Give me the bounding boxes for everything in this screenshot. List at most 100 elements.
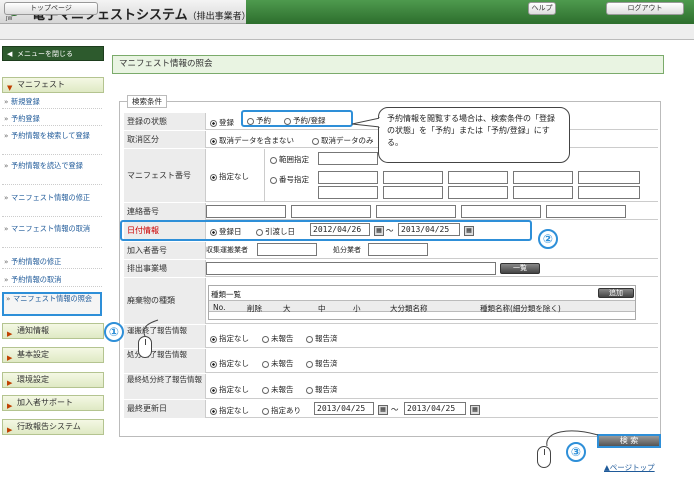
calendar-icon[interactable]: ▦ (464, 226, 474, 236)
sidebar-cat-admin[interactable]: ▶ 行政報告システム (2, 419, 104, 435)
status-reserve-register-radio[interactable]: 予約/登録 (284, 115, 326, 126)
site-list-button[interactable]: 一覧 (500, 263, 540, 274)
disposal-unreported-radio[interactable]: 未報告 (262, 358, 294, 369)
status-registered-radio[interactable]: 登録 (210, 117, 234, 128)
sidebar-item-reserve-edit[interactable]: » 予約情報の修正 (2, 257, 102, 269)
svg-text:JW: JW (5, 16, 12, 22)
label-site: 排出事業場 (124, 260, 206, 277)
top-page-button[interactable]: トップページ (4, 2, 98, 15)
waste-col-small: 小 (353, 304, 361, 313)
sidebar-cat-manifest[interactable]: ▼ マニフェスト (2, 77, 104, 93)
calendar-icon[interactable]: ▦ (374, 226, 384, 236)
cancel-exclude-radio[interactable]: 取消データを含まない (210, 135, 294, 146)
manifest-no-2[interactable] (383, 171, 443, 184)
close-menu-button[interactable]: ◀ メニューを閉じる (2, 46, 104, 61)
manifest-no-9[interactable] (513, 186, 573, 199)
sidebar-item-search-register[interactable]: » 予約情報を検索して登録 (2, 131, 102, 155)
manifest-no-3[interactable] (448, 171, 508, 184)
update-tilde: ～ (391, 405, 399, 414)
callout-2: ② (538, 229, 558, 249)
help-button[interactable]: ヘルプ (528, 2, 556, 15)
waste-col-large: 大 (283, 304, 291, 313)
sidebar-cat-basic[interactable]: ▶ 基本設定 (2, 347, 104, 363)
status-reserve-radio[interactable]: 予約 (247, 115, 271, 126)
label-manifest-no: マニフェスト番号 (124, 149, 206, 202)
label-date-info: 日付情報 (124, 222, 206, 239)
transport-unreported-radio[interactable]: 未報告 (262, 333, 294, 344)
mouse-icon (138, 336, 152, 358)
member-disposal-label: 処分業者 (333, 246, 361, 254)
member-transport-input[interactable] (257, 243, 317, 256)
sidebar-cat-support[interactable]: ▶ 加入者サポート (2, 395, 104, 411)
final-unreported-radio[interactable]: 未報告 (262, 384, 294, 395)
mouse-cord (143, 319, 159, 337)
contact-no-2[interactable] (291, 205, 371, 218)
sidebar-item-load-register[interactable]: » 予約情報を読込で登録 (2, 161, 102, 185)
date-tilde: ～ (386, 226, 394, 235)
cancel-only-radio[interactable]: 取消データのみ (312, 135, 374, 146)
mouse-cord (546, 430, 599, 447)
mouse-icon (537, 446, 551, 468)
contact-no-5[interactable] (546, 205, 626, 218)
label-final-report: 最終処分終了報告情報 (124, 374, 206, 399)
manifest-no-1[interactable] (318, 171, 378, 184)
update-specify-radio[interactable]: 指定あり (262, 405, 301, 416)
label-disposal-report: 処分終了報告情報 (124, 349, 206, 373)
logout-button[interactable]: ログアウト (606, 2, 684, 15)
contact-no-4[interactable] (461, 205, 541, 218)
waste-col-delete: 削除 (247, 304, 262, 313)
manifest-no-10[interactable] (578, 186, 640, 199)
contact-no-3[interactable] (376, 205, 456, 218)
transport-reported-radio[interactable]: 報告済 (306, 333, 338, 344)
manifest-range-radio[interactable]: 範囲指定 (270, 154, 309, 165)
member-transport-label: 収集運搬業者 (206, 246, 248, 254)
waste-col-type-name: 種類名称(細分類を除く) (480, 304, 561, 313)
sidebar-item-manifest-edit[interactable]: » マニフェスト情報の修正 (2, 193, 102, 217)
contact-no-1[interactable] (206, 205, 286, 218)
update-none-radio[interactable]: 指定なし (210, 405, 249, 416)
sidebar-item-reserve[interactable]: » 予約登録 (2, 114, 102, 126)
sidebar-item-new[interactable]: » 新規登録 (2, 97, 102, 109)
page-title: マニフェスト情報の照会 (112, 55, 664, 74)
update-to-input[interactable]: 2013/04/25 (404, 402, 466, 415)
callout-1: ① (104, 322, 124, 342)
date-register-radio[interactable]: 登録日 (210, 226, 242, 237)
manifest-no-7[interactable] (383, 186, 443, 199)
manifest-no-5[interactable] (578, 171, 640, 184)
date-to-input[interactable]: 2013/04/25 (398, 223, 460, 236)
waste-add-button[interactable]: 追加 (598, 288, 634, 298)
manifest-number-radio[interactable]: 番号指定 (270, 174, 309, 185)
manifest-no-8[interactable] (448, 186, 508, 199)
top-nav (0, 24, 694, 40)
date-from-input[interactable]: 2012/04/26 (310, 223, 370, 236)
search-button[interactable]: 検 索 (597, 434, 661, 448)
date-delivery-radio[interactable]: 引渡し日 (256, 226, 295, 237)
disposal-reported-radio[interactable]: 報告済 (306, 358, 338, 369)
manifest-no-6[interactable] (318, 186, 378, 199)
sidebar-cat-notify[interactable]: ▶ 通知情報 (2, 323, 104, 339)
sidebar: ◀ メニューを閉じる ▼ マニフェスト » 新規登録 » 予約登録 » 予約情報を検索して… (2, 46, 104, 436)
sidebar-item-reserve-cancel[interactable]: » 予約情報の取消 (2, 275, 102, 287)
manifest-range-from[interactable] (318, 152, 378, 165)
manifest-none-radio[interactable]: 指定なし (210, 171, 249, 182)
sidebar-item-manifest-inquiry[interactable]: » マニフェスト情報の照会 (2, 292, 102, 316)
search-conditions-legend: 検索条件 (127, 95, 167, 108)
site-input[interactable] (206, 262, 496, 275)
calendar-icon[interactable]: ▦ (470, 405, 480, 415)
final-none-radio[interactable]: 指定なし (210, 384, 249, 395)
member-disposal-input[interactable] (368, 243, 428, 256)
manifest-no-4[interactable] (513, 171, 573, 184)
app-subtitle: （排出事業者） (187, 12, 251, 22)
update-from-input[interactable]: 2013/04/25 (314, 402, 374, 415)
disposal-none-radio[interactable]: 指定なし (210, 358, 249, 369)
waste-col-major-name: 大分類名称 (390, 304, 428, 313)
final-reported-radio[interactable]: 報告済 (306, 384, 338, 395)
transport-none-radio[interactable]: 指定なし (210, 333, 249, 344)
waste-col-no: No. (213, 303, 226, 312)
sidebar-cat-env[interactable]: ▶ 環境設定 (2, 372, 104, 388)
sidebar-item-manifest-cancel[interactable]: » マニフェスト情報の取消 (2, 224, 102, 248)
waste-list-title: 種類一覧 (211, 290, 241, 299)
tooltip-pointer (352, 117, 380, 128)
calendar-icon[interactable]: ▦ (378, 405, 388, 415)
page-top-link[interactable]: ▲ページトップ (604, 462, 655, 473)
